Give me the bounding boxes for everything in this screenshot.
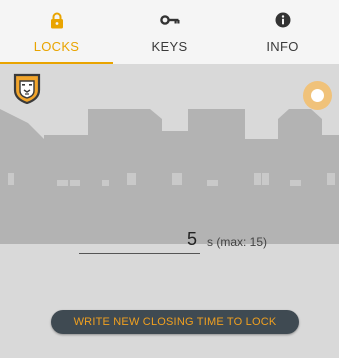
tab-bar: LOCKS KEYS INFO (0, 0, 339, 64)
tab-locks-label: LOCKS (33, 39, 80, 54)
closing-time-input[interactable] (79, 226, 200, 254)
status-dot-inner (311, 89, 324, 102)
closing-time-unit-label: s (max: 15) (207, 235, 268, 249)
tab-keys[interactable]: KEYS (113, 0, 226, 64)
lock-settings-panel: s (max: 15) WRITE NEW CLOSING TIME TO LO… (0, 64, 339, 358)
lion-logo (12, 72, 42, 105)
closing-time-row: s (max: 15) (79, 226, 309, 256)
write-closing-time-button[interactable]: WRITE NEW CLOSING TIME TO LOCK (51, 310, 299, 334)
key-icon (159, 11, 180, 29)
tab-info-label: INFO (266, 39, 299, 54)
connection-status-indicator[interactable] (303, 81, 332, 110)
tab-info[interactable]: INFO (226, 0, 339, 64)
tab-locks[interactable]: LOCKS (0, 0, 113, 64)
tab-keys-label: KEYS (151, 39, 188, 54)
city-skyline-illustration (0, 109, 339, 244)
info-icon (275, 11, 291, 29)
lock-icon (50, 11, 64, 29)
